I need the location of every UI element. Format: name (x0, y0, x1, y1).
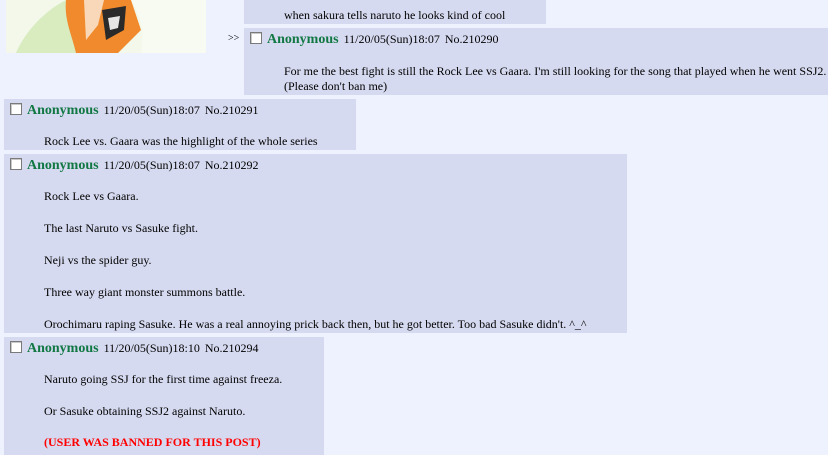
post-message-line: Rock Lee vs Gaara. (44, 189, 139, 203)
post-header: Anonymous 11/20/05(Sun)18:10 No.210294 (10, 341, 259, 357)
post-number-link[interactable]: No.210291 (205, 103, 259, 117)
delete-checkbox[interactable] (250, 32, 262, 44)
poster-name: Anonymous (267, 32, 339, 47)
reply-marker: >> (228, 33, 240, 44)
post-header: Anonymous 11/20/05(Sun)18:07 No.210292 (10, 158, 259, 174)
poster-name: Anonymous (27, 341, 99, 356)
delete-checkbox[interactable] (10, 341, 22, 353)
post-210291: Anonymous 11/20/05(Sun)18:07 No.210291 R… (4, 99, 356, 150)
post-number-link[interactable]: No.210290 (445, 32, 499, 46)
post-210290: Anonymous 11/20/05(Sun)18:07 No.210290 F… (244, 28, 828, 95)
post-message-line: For me the best fight is still the Rock … (284, 64, 827, 78)
poster-name: Anonymous (27, 103, 99, 118)
post-number-link[interactable]: No.210292 (205, 158, 259, 172)
post-message-line: Three way giant monster summons battle. (44, 285, 246, 299)
post-datetime: 11/20/05(Sun)18:07 (343, 32, 440, 46)
ban-notice: (USER WAS BANNED FOR THIS POST) (44, 435, 261, 449)
post-message-line: Orochimaru raping Sasuke. He was a real … (44, 317, 587, 331)
post-header: Anonymous 11/20/05(Sun)18:07 No.210291 (10, 103, 259, 119)
post-message-line: (Please don't ban me) (284, 79, 388, 93)
post-thumbnail-image[interactable] (6, 0, 206, 53)
post-210292: Anonymous 11/20/05(Sun)18:07 No.210292 R… (4, 154, 627, 333)
delete-checkbox[interactable] (10, 103, 22, 115)
post-message-line: The last Naruto vs Sasuke fight. (44, 221, 198, 235)
post-210294: Anonymous 11/20/05(Sun)18:10 No.210294 N… (4, 337, 324, 455)
post-message-line: Or Sasuke obtaining SSJ2 against Naruto. (44, 404, 246, 418)
previous-post: when sakura tells naruto he looks kind o… (244, 0, 546, 24)
post-number-link[interactable]: No.210294 (205, 341, 259, 355)
post-message-line: Neji vs the spider guy. (44, 253, 152, 267)
post-datetime: 11/20/05(Sun)18:07 (103, 158, 200, 172)
post-message-line: when sakura tells naruto he looks kind o… (284, 8, 506, 22)
post-datetime: 11/20/05(Sun)18:10 (103, 341, 200, 355)
delete-checkbox[interactable] (10, 158, 22, 170)
poster-name: Anonymous (27, 158, 99, 173)
post-message-line: Rock Lee vs. Gaara was the highlight of … (44, 134, 318, 148)
post-header: Anonymous 11/20/05(Sun)18:07 No.210290 (250, 32, 499, 48)
post-message-line: Naruto going SSJ for the first time agai… (44, 372, 283, 386)
post-datetime: 11/20/05(Sun)18:07 (103, 103, 200, 117)
